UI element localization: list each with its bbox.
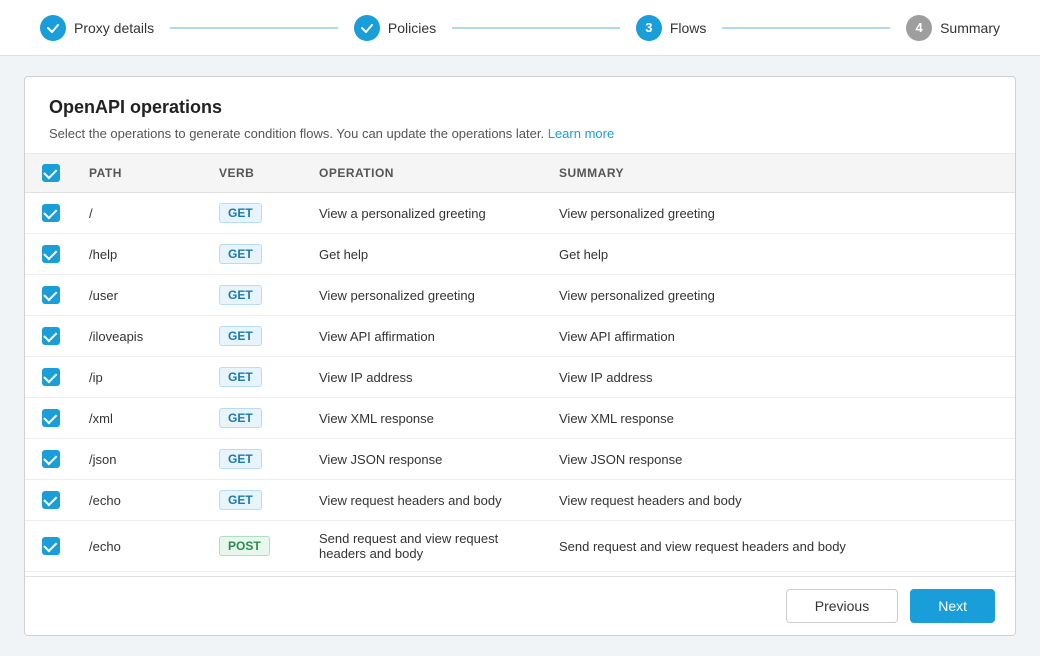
- step-label-policies: Policies: [388, 20, 436, 36]
- row-path: /help: [77, 234, 207, 275]
- learn-more-link[interactable]: Learn more: [548, 126, 614, 141]
- row-path: /iloveapis: [77, 316, 207, 357]
- row-checkbox-1[interactable]: [42, 245, 60, 263]
- row-summary: Send request and view request headers an…: [547, 521, 1015, 572]
- row-operation: View API affirmation: [307, 316, 547, 357]
- row-checkbox-cell: [25, 357, 77, 398]
- step-policies: Policies: [354, 15, 436, 41]
- row-checkbox-cell: [25, 480, 77, 521]
- row-summary: Get help: [547, 234, 1015, 275]
- row-summary: View personalized greeting: [547, 193, 1015, 234]
- main-content: OpenAPI operations Select the operations…: [0, 56, 1040, 656]
- card-title: OpenAPI operations: [49, 97, 991, 118]
- step-circle-proxy-details: [40, 15, 66, 41]
- row-checkbox-cell: [25, 234, 77, 275]
- row-checkbox-7[interactable]: [42, 491, 60, 509]
- table-row: /iloveapis GET View API affirmation View…: [25, 316, 1015, 357]
- table-row: /json GET View JSON response View JSON r…: [25, 439, 1015, 480]
- row-summary: View IP address: [547, 357, 1015, 398]
- step-circle-flows: 3: [636, 15, 662, 41]
- step-label-proxy-details: Proxy details: [74, 20, 154, 36]
- row-checkbox-cell: [25, 316, 77, 357]
- row-path: /json: [77, 439, 207, 480]
- step-connector-2: [452, 27, 620, 29]
- table-row: /ip GET View IP address View IP address: [25, 357, 1015, 398]
- row-checkbox-cell: [25, 398, 77, 439]
- card: OpenAPI operations Select the operations…: [24, 76, 1016, 636]
- row-verb: GET: [207, 316, 307, 357]
- row-checkbox-0[interactable]: [42, 204, 60, 222]
- row-path: /user: [77, 275, 207, 316]
- row-verb: GET: [207, 480, 307, 521]
- row-operation: View XML response: [307, 398, 547, 439]
- row-operation: Get help: [307, 234, 547, 275]
- table-row: /echo POST Send request and view request…: [25, 521, 1015, 572]
- row-checkbox-cell: [25, 275, 77, 316]
- row-operation: View a personalized greeting: [307, 193, 547, 234]
- row-checkbox-cell: [25, 193, 77, 234]
- row-verb: GET: [207, 357, 307, 398]
- col-header-operation: OPERATION: [307, 154, 547, 193]
- row-checkbox-6[interactable]: [42, 450, 60, 468]
- row-summary: View XML response: [547, 398, 1015, 439]
- table-row: /xml GET View XML response View XML resp…: [25, 398, 1015, 439]
- previous-button[interactable]: Previous: [786, 589, 898, 623]
- row-operation: View JSON response: [307, 439, 547, 480]
- row-path: /echo: [77, 521, 207, 572]
- row-checkbox-5[interactable]: [42, 409, 60, 427]
- card-header: OpenAPI operations Select the operations…: [25, 77, 1015, 154]
- row-summary: View personalized greeting: [547, 275, 1015, 316]
- table-header-row: PATH VERB OPERATION SUMMARY: [25, 154, 1015, 193]
- row-verb: GET: [207, 275, 307, 316]
- step-circle-policies: [354, 15, 380, 41]
- step-label-flows: Flows: [670, 20, 707, 36]
- table-row: /echo GET View request headers and body …: [25, 480, 1015, 521]
- row-summary: View JSON response: [547, 439, 1015, 480]
- row-checkbox-cell: [25, 521, 77, 572]
- row-checkbox-8[interactable]: [42, 537, 60, 555]
- table-row: /user GET View personalized greeting Vie…: [25, 275, 1015, 316]
- row-checkbox-3[interactable]: [42, 327, 60, 345]
- row-verb: GET: [207, 439, 307, 480]
- row-verb: POST: [207, 521, 307, 572]
- col-header-path: PATH: [77, 154, 207, 193]
- step-proxy-details: Proxy details: [40, 15, 154, 41]
- col-header-checkbox: [25, 154, 77, 193]
- row-path: /ip: [77, 357, 207, 398]
- row-verb: GET: [207, 234, 307, 275]
- card-description: Select the operations to generate condit…: [49, 126, 991, 141]
- row-operation: View request headers and body: [307, 480, 547, 521]
- row-path: /xml: [77, 398, 207, 439]
- step-connector-1: [170, 27, 338, 29]
- col-header-summary: SUMMARY: [547, 154, 1015, 193]
- row-path: /echo: [77, 480, 207, 521]
- step-connector-3: [722, 27, 890, 29]
- card-footer: Previous Next: [25, 576, 1015, 635]
- table-row: / GET View a personalized greeting View …: [25, 193, 1015, 234]
- table-wrapper[interactable]: PATH VERB OPERATION SUMMARY / GET View a…: [25, 154, 1015, 576]
- select-all-checkbox[interactable]: [42, 164, 60, 182]
- row-verb: GET: [207, 193, 307, 234]
- card-desc-text: Select the operations to generate condit…: [49, 126, 544, 141]
- step-summary: 4 Summary: [906, 15, 1000, 41]
- row-operation: View IP address: [307, 357, 547, 398]
- step-label-summary: Summary: [940, 20, 1000, 36]
- row-operation: View personalized greeting: [307, 275, 547, 316]
- row-summary: View request headers and body: [547, 480, 1015, 521]
- row-checkbox-cell: [25, 439, 77, 480]
- col-header-verb: VERB: [207, 154, 307, 193]
- row-path: /: [77, 193, 207, 234]
- step-circle-summary: 4: [906, 15, 932, 41]
- operations-table: PATH VERB OPERATION SUMMARY / GET View a…: [25, 154, 1015, 572]
- row-summary: View API affirmation: [547, 316, 1015, 357]
- stepper: Proxy details Policies 3 Flows 4 Summary: [0, 0, 1040, 56]
- step-flows: 3 Flows: [636, 15, 707, 41]
- table-row: /help GET Get help Get help: [25, 234, 1015, 275]
- row-verb: GET: [207, 398, 307, 439]
- next-button[interactable]: Next: [910, 589, 995, 623]
- row-checkbox-2[interactable]: [42, 286, 60, 304]
- row-checkbox-4[interactable]: [42, 368, 60, 386]
- row-operation: Send request and view request headers an…: [307, 521, 547, 572]
